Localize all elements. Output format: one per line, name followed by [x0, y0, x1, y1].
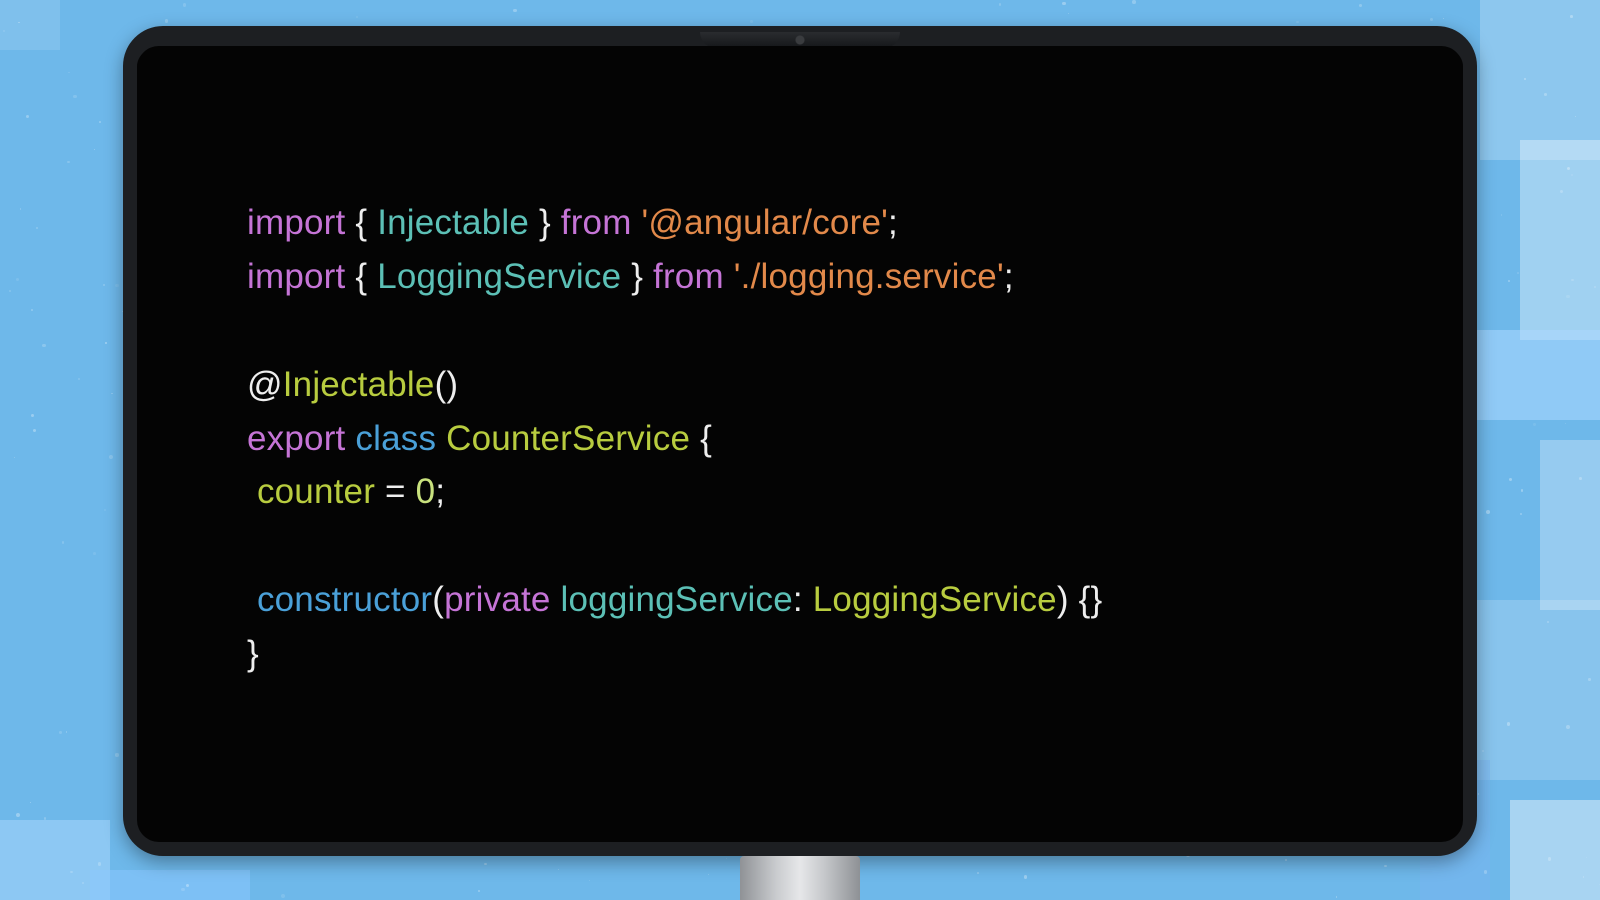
code-token-type: Injectable: [377, 203, 529, 242]
screen: import { Injectable } from '@angular/cor…: [137, 46, 1463, 842]
code-token-plain: ;: [1004, 257, 1014, 296]
code-token-plain: [551, 580, 561, 619]
code-token-class: counter: [257, 472, 375, 511]
code-token-plain: {: [345, 257, 377, 296]
code-token-plain: [724, 257, 734, 296]
code-token-plain: [247, 580, 257, 619]
code-token-plain: }: [621, 257, 653, 296]
monitor-stand: [740, 856, 860, 900]
monitor-frame: import { Injectable } from '@angular/cor…: [123, 26, 1477, 856]
code-token-keyword: private: [444, 580, 550, 619]
code-token-string: '@angular/core': [642, 203, 888, 242]
code-token-plain: (): [435, 365, 459, 404]
code-token-plain: ;: [435, 472, 445, 511]
code-token-plain: (: [432, 580, 444, 619]
code-token-type: LoggingService: [377, 257, 621, 296]
code-token-plain: }: [247, 634, 259, 673]
code-token-keyword: import: [247, 203, 345, 242]
code-token-keyword: import: [247, 257, 345, 296]
code-token-plain: :: [793, 580, 813, 619]
code-block: import { Injectable } from '@angular/cor…: [247, 196, 1353, 681]
code-token-keyword: from: [653, 257, 724, 296]
code-token-plain: ) {}: [1057, 580, 1103, 619]
code-token-num: 0: [416, 472, 436, 511]
code-token-class: LoggingService: [813, 580, 1057, 619]
code-token-plain: @: [247, 365, 283, 404]
code-token-plain: }: [529, 203, 561, 242]
background: import { Injectable } from '@angular/cor…: [0, 0, 1600, 900]
code-token-plain: =: [375, 472, 416, 511]
code-token-plain: [436, 419, 446, 458]
code-token-string: './logging.service': [734, 257, 1004, 296]
code-token-decl: class: [355, 419, 436, 458]
monitor: import { Injectable } from '@angular/cor…: [123, 26, 1477, 856]
code-token-plain: {: [345, 203, 377, 242]
code-token-plain: [247, 472, 257, 511]
code-token-plain: [632, 203, 642, 242]
code-token-type: loggingService: [561, 580, 793, 619]
code-token-class: Injectable: [283, 365, 435, 404]
code-token-decl: constructor: [257, 580, 432, 619]
code-token-plain: {: [690, 419, 712, 458]
code-token-keyword: export: [247, 419, 345, 458]
code-token-class: CounterService: [446, 419, 690, 458]
code-token-keyword: from: [561, 203, 632, 242]
code-token-plain: ;: [888, 203, 898, 242]
code-token-plain: [345, 419, 355, 458]
